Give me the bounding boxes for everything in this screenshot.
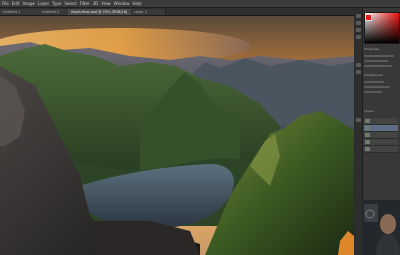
adjustment-row[interactable] — [364, 81, 384, 83]
tab-active-document[interactable]: Segla-final.psd @ 25% (RGB/16) — [68, 9, 137, 15]
document-tab-bar: Untitled-1 Untitled-2 Segla-final.psd @ … — [0, 8, 355, 16]
foreground-color-swatch[interactable] — [365, 14, 372, 21]
adjustments-icon[interactable] — [356, 70, 361, 74]
info-icon[interactable] — [356, 35, 361, 39]
menu-item-select[interactable]: Select — [64, 1, 76, 6]
adjustment-row[interactable] — [364, 86, 390, 88]
menu-item-image[interactable]: Image — [22, 1, 35, 6]
layers-icon[interactable] — [356, 118, 361, 122]
menu-item-layer[interactable]: Layer — [38, 1, 49, 6]
webcam-overlay — [362, 200, 400, 255]
document-canvas[interactable] — [0, 16, 354, 255]
menu-item-3d[interactable]: 3D — [93, 1, 99, 6]
property-slider[interactable] — [364, 60, 388, 62]
presenter-image — [362, 200, 400, 255]
app-menu-bar: File Edit Image Layer Type Select Filter 3D View… — [0, 0, 400, 8]
layers-panel-title: Layers — [364, 109, 374, 113]
layer-row[interactable] — [364, 139, 398, 146]
layer-row[interactable] — [364, 146, 398, 153]
menu-item-type[interactable]: Type — [52, 1, 61, 6]
properties-icon[interactable] — [356, 63, 361, 67]
menu-item-file[interactable]: File — [2, 1, 9, 6]
adjustment-row[interactable] — [364, 91, 382, 93]
layer-thumbnail — [365, 126, 370, 130]
menu-item-view[interactable]: View — [101, 1, 111, 6]
menu-item-filter[interactable]: Filter — [80, 1, 90, 6]
property-slider[interactable] — [364, 65, 392, 67]
brush-icon[interactable] — [356, 21, 361, 25]
property-slider[interactable] — [364, 55, 394, 57]
tab-layer-1[interactable]: Layer 1 — [131, 9, 166, 15]
layer-row[interactable] — [364, 118, 398, 125]
menu-item-window[interactable]: Window — [114, 1, 130, 6]
swatches-icon[interactable] — [356, 28, 361, 32]
layer-thumbnail — [365, 147, 370, 151]
layer-thumbnail — [365, 133, 370, 137]
menu-item-edit[interactable]: Edit — [12, 1, 20, 6]
adjustments-panel-title: Adjustments — [364, 73, 383, 77]
menu-item-help[interactable]: Help — [132, 1, 141, 6]
properties-panel-title: Properties — [364, 47, 380, 51]
landscape-photo — [0, 16, 354, 255]
layer-thumbnail — [365, 140, 370, 144]
layer-row[interactable] — [364, 132, 398, 139]
layer-thumbnail — [365, 119, 370, 123]
history-icon[interactable] — [356, 14, 361, 18]
menu-bar: File Edit Image Layer Type Select Filter 3D View… — [2, 1, 142, 6]
layer-row-selected[interactable] — [364, 125, 398, 132]
